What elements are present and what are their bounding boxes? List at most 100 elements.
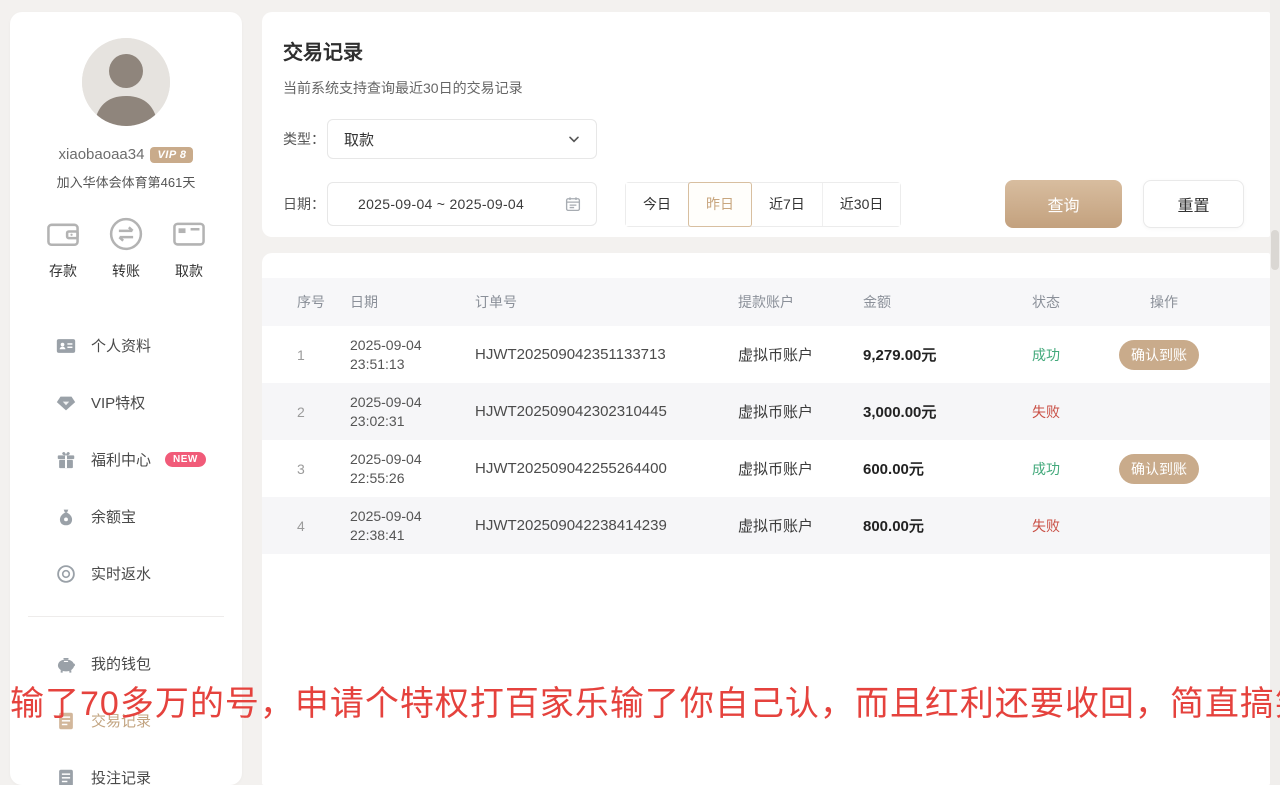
row-date: 2025-09-04 [350,337,422,353]
row-datetime: 2025-09-04 23:02:31 [350,393,475,431]
row-status: 失败 [1010,402,1117,422]
row-datetime: 2025-09-04 23:51:13 [350,336,475,374]
row-date: 2025-09-04 [350,508,422,524]
range-30days-button[interactable]: 近30日 [823,183,901,226]
row-order-number: HJWT202509042238414239 [475,517,738,534]
row-time: 23:51:13 [350,356,405,372]
calendar-icon [564,195,582,213]
row-datetime: 2025-09-04 22:55:26 [350,450,475,488]
deposit-button[interactable]: 存款 [44,215,82,281]
col-header-status: 状态 [1010,292,1117,312]
page: xiaobaoaa34 VIP 8 加入华体会体育第461天 存款 [0,0,1280,785]
sidebar-item-label: 投注记录 [91,767,151,785]
date-range-input[interactable]: 2025-09-04 ~ 2025-09-04 [327,182,597,226]
row-index: 1 [262,347,350,363]
sidebar-item-profile[interactable]: 个人资料 [10,317,242,374]
range-7days-button[interactable]: 近7日 [752,183,823,226]
col-header-amount: 金额 [863,292,1010,312]
search-button[interactable]: 查询 [1005,180,1122,228]
sidebar-item-vip[interactable]: VIP特权 [10,374,242,431]
id-card-icon [55,335,77,357]
type-label: 类型： [283,129,327,149]
transfer-button[interactable]: 转账 [107,215,145,281]
row-account: 虚拟币账户 [738,344,863,365]
col-header-account: 提款账户 [738,292,863,312]
row-account: 虚拟币账户 [738,401,863,422]
chevron-down-icon [566,131,582,147]
row-index: 3 [262,461,350,477]
sidebar-item-welfare[interactable]: 福利中心 NEW [10,431,242,488]
withdraw-button[interactable]: 取款 [170,215,208,281]
annotation-overlay-text: 输了70多万的号，申请个特权打百家乐输了你自己认，而且红利还要收回，简直搞笑 [10,676,1280,725]
row-amount: 3,000.00元 [863,401,1010,422]
gift-icon [55,449,77,471]
row-account: 虚拟币账户 [738,458,863,479]
row-amount: 600.00元 [863,458,1010,479]
confirm-received-button[interactable]: 确认到账 [1119,454,1199,484]
row-date: 2025-09-04 [350,451,422,467]
row-order-number: HJWT202509042302310445 [475,403,738,420]
date-label: 日期： [283,194,327,214]
range-today-button[interactable]: 今日 [626,183,689,226]
table-header-row: 序号 日期 订单号 提款账户 金额 状态 操作 [262,278,1270,326]
avatar [82,38,170,126]
row-time: 22:38:41 [350,527,405,543]
row-index: 4 [262,518,350,534]
sidebar-item-label: 个人资料 [91,335,151,356]
table-row: 2 2025-09-04 23:02:31 HJWT20250904230231… [262,383,1270,440]
row-time: 22:55:26 [350,470,405,486]
sidebar: xiaobaoaa34 VIP 8 加入华体会体育第461天 存款 [10,12,242,785]
transfer-icon [107,215,145,253]
table-row: 1 2025-09-04 23:51:13 HJWT20250904235113… [262,326,1270,383]
col-header-order: 订单号 [475,292,738,312]
money-bag-icon [55,506,77,528]
quick-actions: 存款 转账 取款 [10,215,242,281]
row-time: 23:02:31 [350,413,405,429]
new-badge: NEW [165,452,206,467]
join-days-text: 加入华体会体育第461天 [10,172,242,191]
scrollbar-track[interactable] [1270,0,1280,785]
bet-record-icon [55,767,77,785]
sidebar-item-bets[interactable]: 投注记录 [10,749,242,785]
type-select[interactable]: 取款 [327,119,597,159]
reset-button[interactable]: 重置 [1143,180,1244,228]
col-header-date: 日期 [350,292,475,312]
row-account: 虚拟币账户 [738,515,863,536]
main-content: 交易记录 当前系统支持查询最近30日的交易记录 类型： 取款 日期： 2025-… [262,12,1270,785]
col-header-action: 操作 [1117,292,1270,312]
bank-card-icon [170,215,208,253]
range-yesterday-button[interactable]: 昨日 [688,182,752,227]
table-row: 4 2025-09-04 22:38:41 HJWT20250904223841… [262,497,1270,554]
sidebar-item-label: 实时返水 [91,563,151,584]
row-status: 成功 [1010,459,1117,479]
row-order-number: HJWT202509042255264400 [475,460,738,477]
type-select-value: 取款 [344,129,374,150]
diamond-icon [55,392,77,414]
sidebar-item-yuebao[interactable]: 余额宝 [10,488,242,545]
sidebar-item-label: 福利中心 [91,449,151,470]
col-header-index: 序号 [262,292,350,312]
transfer-label: 转账 [112,261,140,281]
confirm-received-button[interactable]: 确认到账 [1119,340,1199,370]
table-row: 3 2025-09-04 22:55:26 HJWT20250904225526… [262,440,1270,497]
withdraw-label: 取款 [175,261,203,281]
sidebar-item-label: 我的钱包 [91,653,151,674]
deposit-label: 存款 [49,261,77,281]
filter-card: 交易记录 当前系统支持查询最近30日的交易记录 类型： 取款 日期： 2025-… [262,12,1270,237]
wallet-icon [44,215,82,253]
page-title: 交易记录 [262,12,1270,65]
page-subtitle: 当前系统支持查询最近30日的交易记录 [262,65,1270,98]
row-date: 2025-09-04 [350,394,422,410]
sidebar-item-label: 余额宝 [91,506,136,527]
piggy-bank-icon [55,653,77,675]
sidebar-item-label: VIP特权 [91,392,145,413]
row-order-number: HJWT202509042351133713 [475,346,738,363]
row-status: 失败 [1010,516,1117,536]
row-status: 成功 [1010,345,1117,365]
sidebar-menu: 个人资料 VIP特权 [10,317,242,602]
scrollbar-thumb[interactable] [1271,230,1279,270]
row-amount: 9,279.00元 [863,344,1010,365]
sidebar-item-rebate[interactable]: 实时返水 [10,545,242,602]
row-amount: 800.00元 [863,515,1010,536]
vip-badge: VIP 8 [150,147,193,163]
